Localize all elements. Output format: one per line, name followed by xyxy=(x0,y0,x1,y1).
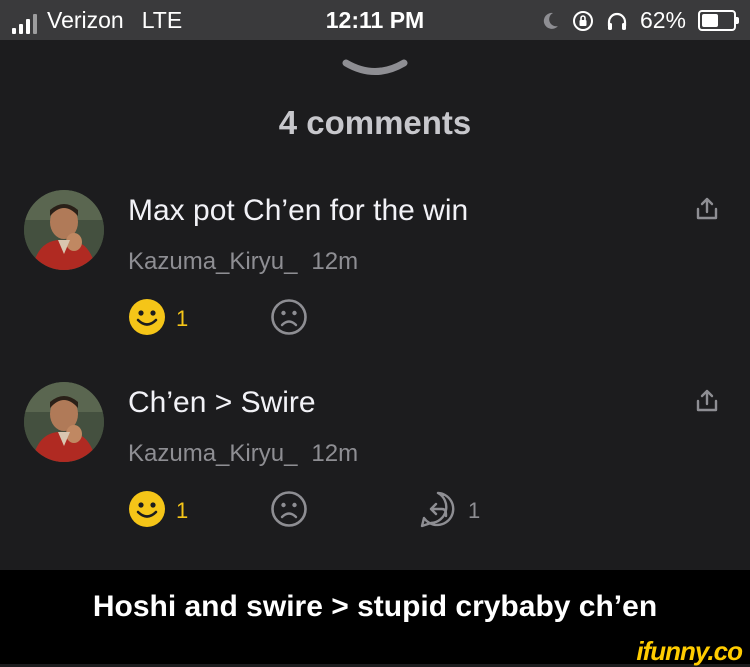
comment-age: 12m xyxy=(311,248,359,275)
reply-count: 1 xyxy=(468,498,481,523)
chevron-down-icon[interactable] xyxy=(342,58,408,80)
avatar[interactable] xyxy=(24,382,104,462)
comment-actions: 1 1 xyxy=(128,490,528,530)
battery-icon xyxy=(698,10,739,31)
comment-meta: Kazuma_Kiryu_ 12m xyxy=(128,440,358,468)
status-right: 62% xyxy=(540,7,739,34)
comment-age: 12m xyxy=(311,440,359,467)
avatar[interactable] xyxy=(24,190,104,270)
orientation-lock-icon xyxy=(572,10,593,31)
comment-actions: 1 xyxy=(128,298,528,338)
smile-icon[interactable] xyxy=(128,298,166,336)
battery-percent: 62% xyxy=(639,7,686,33)
share-icon[interactable] xyxy=(694,388,720,414)
ifunny-watermark: ifunny.co xyxy=(636,636,743,666)
headphones-icon xyxy=(607,12,627,30)
meme-caption: Hoshi and swire > stupid crybaby ch’en xyxy=(0,570,750,644)
comment-item: Ch’en > Swire Kazuma_Kiryu_ 12m 1 1 xyxy=(0,382,750,562)
comments-sheet: 4 comments Max pot Ch’en for the win Kaz… xyxy=(0,40,750,570)
status-bar: Verizon LTE 12:11 PM 62% xyxy=(0,0,750,40)
comment-meta: Kazuma_Kiryu_ 12m xyxy=(128,248,358,276)
smile-icon[interactable] xyxy=(128,490,166,528)
comment-item: Max pot Ch’en for the win Kazuma_Kiryu_ 1… xyxy=(0,190,750,370)
unsmile-icon[interactable] xyxy=(270,298,308,336)
smile-count: 1 xyxy=(176,306,189,331)
comment-text: Ch’en > Swire xyxy=(128,386,316,419)
comment-author[interactable]: Kazuma_Kiryu_ xyxy=(128,248,297,275)
share-icon[interactable] xyxy=(694,196,720,222)
unsmile-icon[interactable] xyxy=(270,490,308,528)
smile-count: 1 xyxy=(176,498,189,523)
comments-title: 4 comments xyxy=(278,104,472,141)
reply-icon[interactable] xyxy=(418,490,458,530)
moon-icon xyxy=(543,12,558,29)
battery-fill xyxy=(702,14,718,27)
comment-text: Max pot Ch’en for the win xyxy=(128,194,469,227)
comment-author[interactable]: Kazuma_Kiryu_ xyxy=(128,440,297,467)
